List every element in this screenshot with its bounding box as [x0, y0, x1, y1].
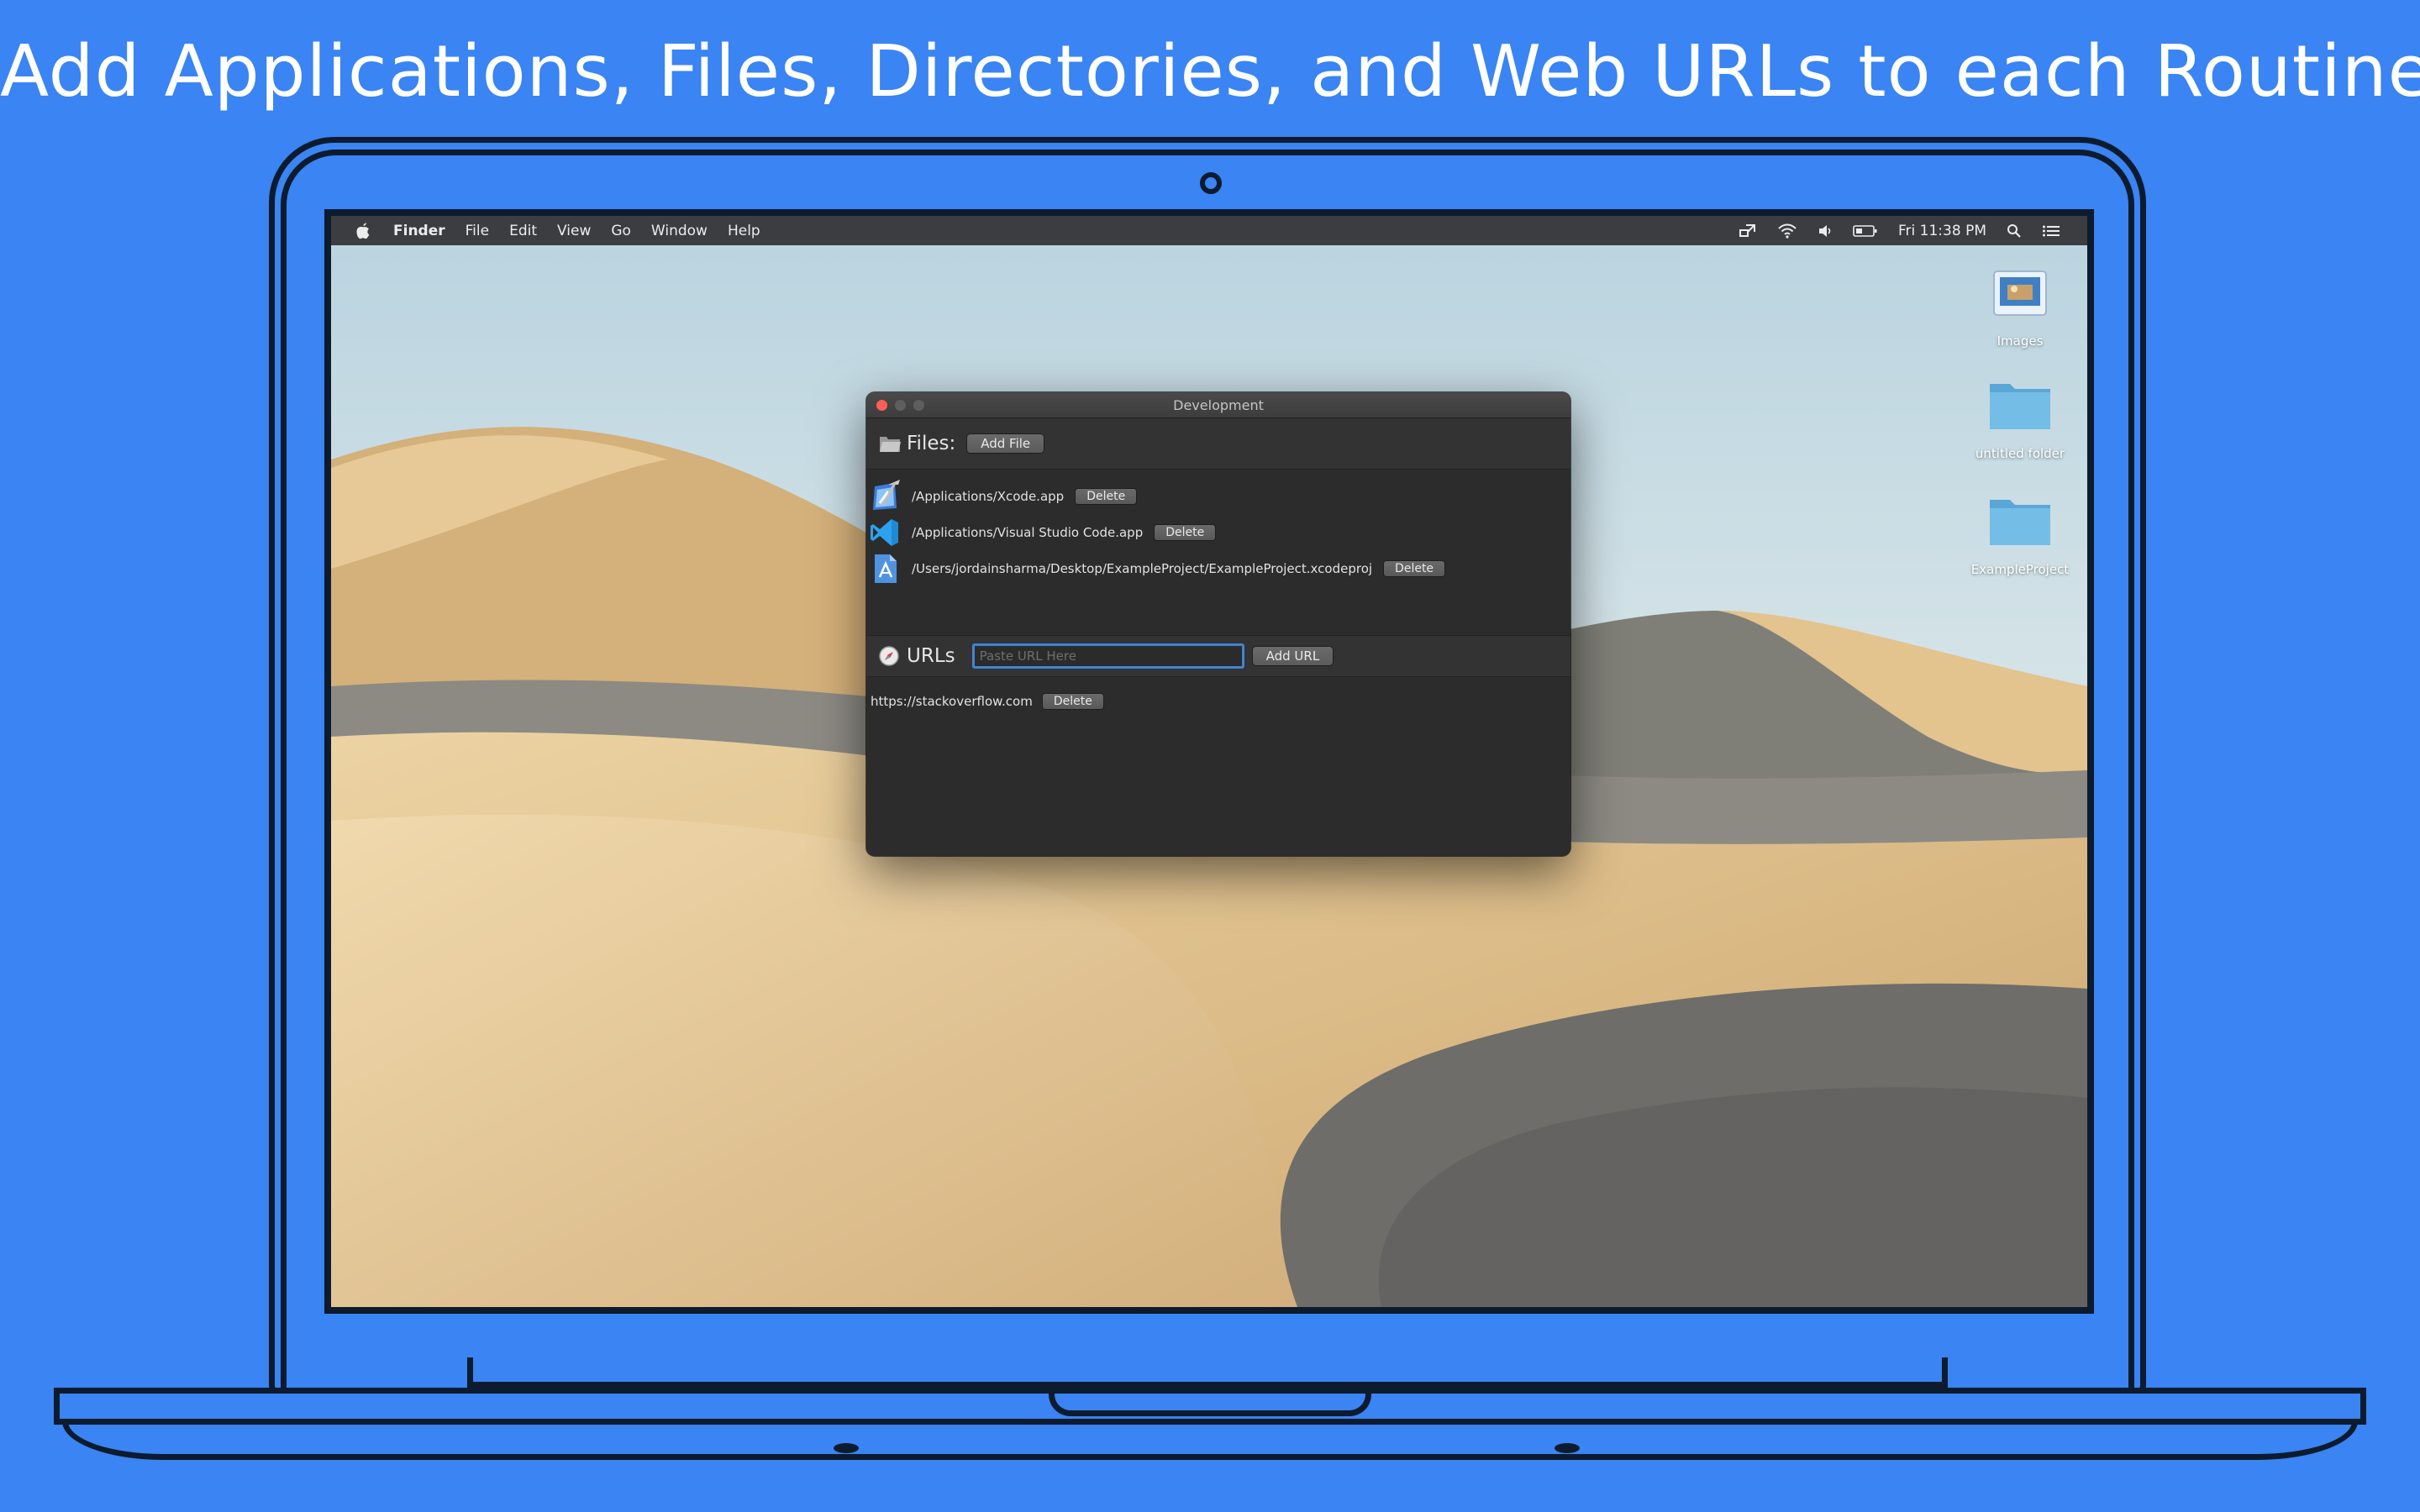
desktop-icon-label: ExampleProject	[1970, 562, 2070, 577]
notification-center-icon[interactable]	[2042, 223, 2060, 239]
wifi-icon[interactable]	[1777, 223, 1797, 239]
folder-icon	[880, 437, 901, 452]
laptop-hinge	[467, 1357, 1948, 1388]
window-titlebar[interactable]: Development	[866, 392, 1570, 418]
delete-url-button[interactable]: Delete	[1042, 694, 1103, 709]
spotlight-search-icon[interactable]	[2007, 223, 2022, 239]
url-text: https://stackoverflow.com	[871, 694, 1033, 709]
safari-compass-icon	[879, 646, 899, 666]
menu-bar: Finder File Edit View Go Window Help Fri…	[331, 216, 2087, 245]
urls-label: URLs	[907, 645, 955, 667]
file-path: /Applications/Visual Studio Code.app	[912, 524, 1144, 540]
urls-header: URLs Add URL	[866, 635, 1570, 677]
desktop-icon-label: Images	[1996, 333, 2044, 349]
headline: Add Applications, Files, Directories, an…	[0, 30, 2420, 113]
file-list-item: /Applications/Xcode.app Delete	[866, 478, 1570, 514]
files-label: Files:	[907, 433, 956, 454]
menu-file[interactable]: File	[466, 223, 489, 239]
menu-app-finder[interactable]: Finder	[393, 223, 445, 239]
delete-file-button[interactable]: Delete	[1076, 488, 1137, 504]
file-list-item: /Users/jordainsharma/Desktop/ExampleProj…	[866, 550, 1570, 586]
xcodeproj-file-icon	[875, 554, 897, 583]
menu-window[interactable]: Window	[651, 223, 708, 239]
files-header: Files: Add File	[866, 418, 1570, 470]
menu-clock[interactable]: Fri 11:38 PM	[1898, 223, 1986, 239]
menu-go[interactable]: Go	[611, 223, 631, 239]
battery-icon[interactable]	[1853, 224, 1878, 238]
laptop-notch	[1049, 1388, 1371, 1416]
file-list-item: /Applications/Visual Studio Code.app Del…	[866, 514, 1570, 550]
delete-file-button[interactable]: Delete	[1384, 560, 1445, 576]
desktop-icon-label: untitled folder	[1975, 446, 2065, 461]
window-title: Development	[1173, 396, 1264, 413]
file-path: /Applications/Xcode.app	[912, 488, 1065, 504]
add-file-button[interactable]: Add File	[967, 434, 1044, 453]
camera-icon	[1200, 172, 1222, 194]
laptop-foot	[1555, 1443, 1580, 1453]
desktop-icon-exampleproject[interactable]: ExampleProject	[1961, 491, 2079, 577]
xcode-icon	[873, 479, 900, 510]
menu-view[interactable]: View	[557, 223, 591, 239]
menu-help[interactable]: Help	[728, 223, 760, 239]
screen: Finder File Edit View Go Window Help Fri…	[324, 209, 2094, 1314]
delete-file-button[interactable]: Delete	[1155, 524, 1216, 540]
laptop-base-bottom	[62, 1421, 2358, 1460]
url-list-item: https://stackoverflow.com Delete	[866, 685, 1570, 718]
routine-window: Development Files: Add File /Application…	[866, 392, 1570, 856]
laptop-foot	[834, 1443, 859, 1453]
vscode-icon	[871, 518, 898, 546]
folder-icon	[1990, 384, 2050, 429]
volume-icon[interactable]	[1818, 223, 1833, 239]
desktop-icon-images[interactable]: Images	[1961, 266, 2079, 349]
desktop-icon-untitled-folder[interactable]: untitled folder	[1961, 375, 2079, 461]
image-folder-icon	[1993, 270, 2047, 316]
menu-edit[interactable]: Edit	[509, 223, 537, 239]
file-path: /Users/jordainsharma/Desktop/ExampleProj…	[912, 560, 1373, 576]
apple-icon[interactable]	[355, 222, 371, 240]
folder-icon	[1990, 500, 2050, 545]
add-url-button[interactable]: Add URL	[1252, 647, 1334, 665]
url-input[interactable]	[971, 643, 1244, 669]
screen-share-icon[interactable]	[1739, 223, 1757, 239]
